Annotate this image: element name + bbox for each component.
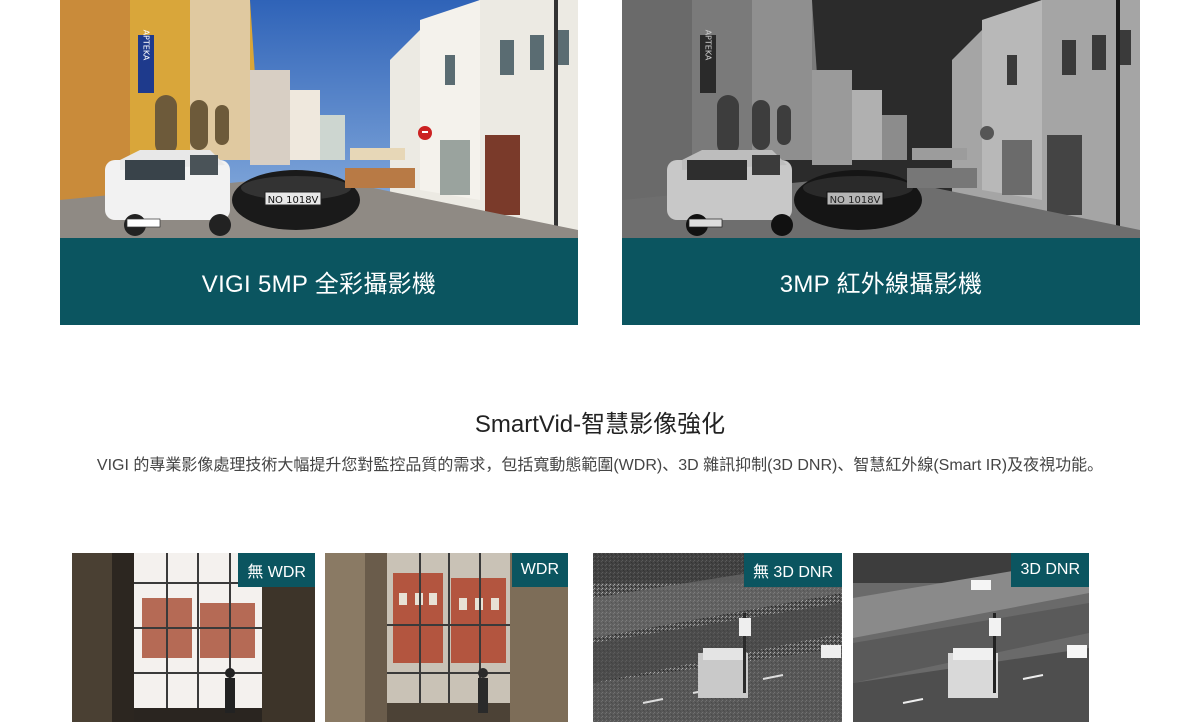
section-description: VIGI 的專業影像處理技術大幅提升您對監控品質的需求，包括寬動態範圍(WDR)… bbox=[96, 457, 1104, 474]
3d-dnr-thumbnail: 3D DNR bbox=[853, 553, 1089, 722]
grayscale-street-photo: APTEKA NO 1018V bbox=[622, 0, 1140, 238]
license-plate-ir: NO 1018V bbox=[830, 195, 881, 206]
no-wdr-thumbnail: 無 WDR bbox=[72, 553, 315, 722]
color-camera-caption-bar: VIGI 5MP 全彩攝影機 bbox=[60, 238, 578, 325]
pharmacy-sign-ir: APTEKA bbox=[704, 30, 713, 61]
3d-dnr-tag: 3D DNR bbox=[1011, 553, 1089, 587]
pharmacy-sign: APTEKA bbox=[142, 30, 151, 61]
ir-camera-caption-bar: 3MP 紅外線攝影機 bbox=[622, 238, 1140, 325]
ir-camera-card: APTEKA NO 1018V 3MP 紅外線攝影機 bbox=[622, 0, 1140, 325]
color-camera-caption: VIGI 5MP 全彩攝影機 bbox=[201, 271, 437, 298]
section-title: SmartVid-智慧影像強化 bbox=[474, 411, 726, 438]
no-3d-dnr-tag: 無 3D DNR bbox=[743, 553, 842, 587]
color-camera-card: APTEKA NO 1018V VIGI 5MP 全彩攝影機 bbox=[60, 0, 578, 325]
no-3d-dnr-thumbnail: 無 3D DNR bbox=[593, 553, 842, 722]
wdr-thumbnail: WDR bbox=[325, 553, 568, 722]
no-wdr-tag: 無 WDR bbox=[238, 553, 315, 587]
wdr-tag: WDR bbox=[511, 553, 568, 587]
ir-camera-caption: 3MP 紅外線攝影機 bbox=[779, 271, 983, 298]
license-plate: NO 1018V bbox=[268, 195, 319, 206]
color-street-photo: APTEKA NO 1018V bbox=[60, 0, 578, 238]
